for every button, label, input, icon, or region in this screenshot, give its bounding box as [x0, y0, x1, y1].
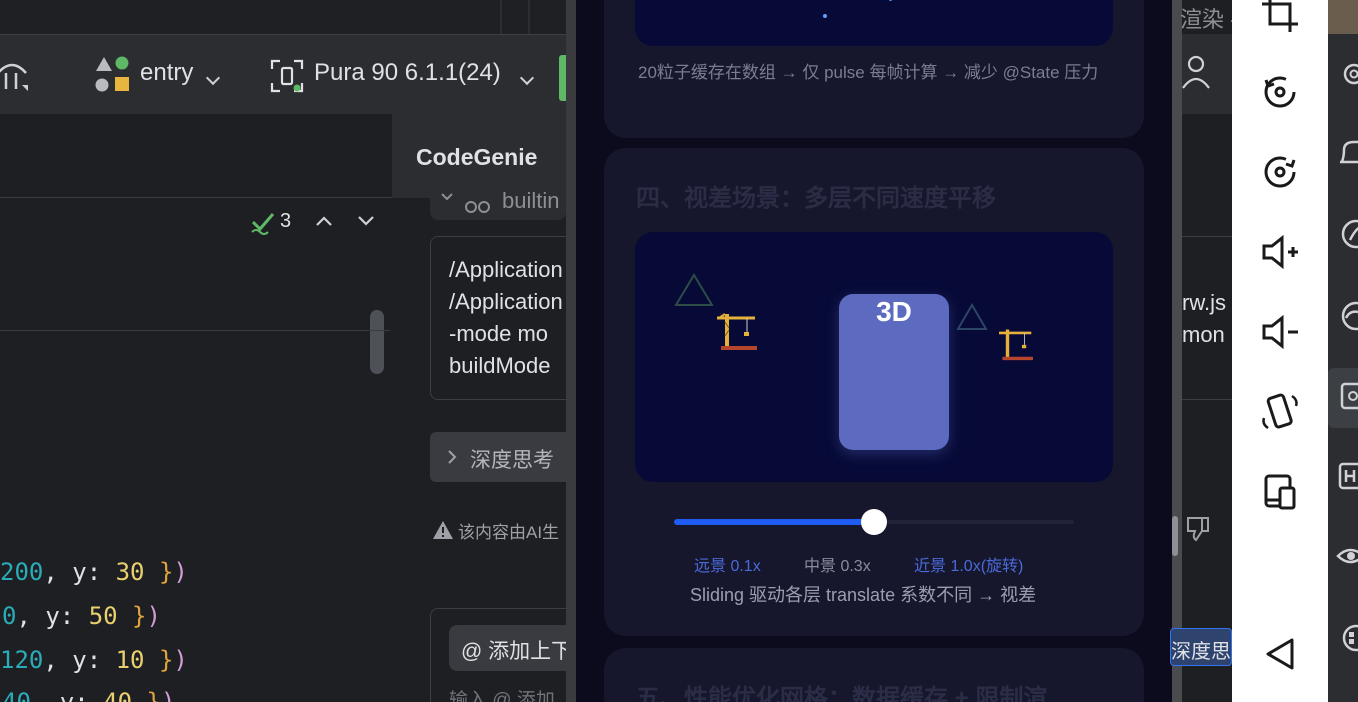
chat-input-box[interactable]: @ 添加上下 输入 @ 添加 — [430, 608, 581, 702]
code-value: 120 — [0, 646, 44, 674]
settings-icon[interactable] — [1336, 54, 1358, 94]
rotate-right-icon[interactable] — [1256, 148, 1304, 196]
code-line: 40, y: 40 }) — [2, 688, 175, 702]
thumbs-down-icon[interactable] — [1184, 514, 1214, 544]
slider-caption: Sliding 驱动各层 translate 系数不同 → 视差 — [690, 585, 1037, 605]
terminal-output-right — [1182, 236, 1232, 400]
triangle-outline-icon — [674, 273, 714, 306]
chevron-down-icon — [441, 193, 453, 201]
fold-icon[interactable] — [1256, 468, 1304, 516]
layer-far-label: 远景 0.1x — [694, 558, 761, 575]
terminal-line: -mode mo — [449, 321, 549, 346]
phone-edge — [1172, 0, 1182, 702]
phone-scrollbar — [1172, 516, 1178, 556]
crane-icon — [999, 329, 1033, 361]
particle-dot — [889, 0, 892, 1]
section-title: 四、视差场景：多层不同速度平移 — [636, 185, 996, 212]
terminal-line: /Application — [449, 257, 563, 282]
editor-header: 3 — [0, 114, 392, 235]
layer-near-label: 近景 1.0x(旋转) — [914, 558, 1024, 575]
chevron-down-icon — [205, 70, 221, 86]
chevron-down-icon — [519, 70, 535, 86]
chevron-down-icon[interactable] — [356, 214, 376, 228]
parallax-block: 3D — [839, 294, 949, 450]
inspection-count: 3 — [280, 210, 292, 232]
account-icon[interactable] — [1182, 54, 1212, 90]
crane-icon — [717, 313, 757, 350]
editor-divider — [0, 330, 390, 331]
performance-card: 五、性能优化网格：数据缓存 + 限制渲 — [604, 648, 1144, 702]
module-name: entry — [140, 59, 194, 86]
crop-icon[interactable] — [1256, 0, 1304, 38]
ide-title-strip — [0, 0, 566, 34]
preview-icon[interactable] — [1336, 536, 1358, 576]
section-title: 五、性能优化网格：数据缓存 + 限制渲 — [636, 685, 1048, 702]
device-name: Pura 90 6.1.1(24) — [314, 59, 501, 86]
code-value: 40 — [2, 688, 31, 702]
terminal-output: /Application /Application -mode mo build… — [430, 236, 580, 400]
module-shapes-icon — [95, 56, 129, 92]
code-line: 200, y: 30 }) — [0, 558, 188, 586]
rotate-left-icon[interactable] — [1256, 68, 1304, 116]
parallax-scene: 3D — [635, 232, 1113, 482]
ide-right-toolbar — [1328, 0, 1358, 702]
code-line: 120, y: 10 }) — [0, 646, 188, 674]
ide-toolbar: entry Pura 90 6.1.1(24) — [0, 34, 567, 114]
harmony-icon[interactable] — [1336, 456, 1358, 496]
plugin-icon[interactable] — [1336, 618, 1358, 658]
ai-notice-text: 该内容由AI生 — [458, 523, 560, 542]
slider-fill — [674, 519, 874, 525]
back-icon[interactable] — [1256, 630, 1304, 678]
warning-icon — [433, 521, 453, 539]
builtin-tool-row[interactable]: builtin — [430, 186, 566, 220]
device-manager-icon[interactable] — [1336, 376, 1358, 416]
shake-icon[interactable] — [1256, 388, 1304, 436]
ide-title-fragment: 渲染 - — [1180, 7, 1238, 32]
deep-think-label: 深度思考 — [470, 449, 554, 472]
editor-scrollbar[interactable] — [370, 310, 384, 374]
screen: entry Pura 90 6.1.1(24) 3 200, y: 30}) … — [0, 0, 1358, 702]
terminal-fragment: mon — [1182, 322, 1225, 347]
terminal-line: /Application — [449, 289, 563, 314]
code-value: 0 — [2, 602, 17, 630]
add-context-label: @ 添加上下 — [461, 640, 573, 663]
terminal-fragment: rw.js — [1182, 290, 1226, 315]
tool-icon — [465, 201, 490, 213]
chevron-right-icon — [448, 450, 457, 464]
ide-toolbar-right — [1182, 34, 1232, 114]
triangle-outline-icon — [956, 303, 988, 330]
device-icon — [270, 59, 304, 93]
builtin-label: builtin — [502, 188, 560, 213]
code-value: 200 — [0, 558, 44, 586]
notifications-icon[interactable] — [1336, 134, 1358, 174]
code-value: 30 — [115, 558, 145, 586]
terminal-line: buildMode — [449, 353, 551, 378]
volume-down-icon[interactable] — [1256, 308, 1304, 356]
chat-input-placeholder: 输入 @ 添加 — [449, 690, 555, 702]
code-value: 50 — [88, 602, 118, 630]
code-line: 0, y: 50 }) — [2, 602, 161, 630]
code-value: 10 — [115, 646, 145, 674]
code-value: 40 — [103, 688, 133, 702]
deep-think-chip[interactable]: 深度思 — [1170, 628, 1232, 666]
particle-card: 20粒子缓存在数组 → 仅 pulse 每帧计算 → 减少 @State 压力 — [604, 0, 1144, 138]
run-config-icon[interactable] — [0, 55, 34, 95]
slider-thumb[interactable] — [861, 509, 887, 535]
chevron-up-icon[interactable] — [314, 214, 334, 228]
add-context-button[interactable]: @ 添加上下 — [449, 625, 581, 671]
parallax-slider[interactable] — [674, 505, 1074, 539]
check-icon — [251, 213, 275, 235]
block-label: 3D — [876, 296, 912, 327]
particle-dot — [823, 14, 827, 18]
deep-think-chip-label: 深度思 — [1171, 641, 1231, 663]
panel-title: CodeGenie — [416, 144, 538, 170]
codegenie-icon[interactable] — [1336, 214, 1358, 254]
layer-mid-label: 中景 0.3x — [804, 558, 871, 575]
particle-scene — [635, 0, 1113, 46]
avatar[interactable] — [1328, 0, 1358, 34]
ai-assistant-icon[interactable] — [1336, 296, 1358, 336]
volume-up-icon[interactable] — [1256, 228, 1304, 276]
deep-think-toggle[interactable]: 深度思考 — [430, 432, 580, 482]
particle-caption: 20粒子缓存在数组 → 仅 pulse 每帧计算 → 减少 @State 压力 — [638, 63, 1099, 82]
